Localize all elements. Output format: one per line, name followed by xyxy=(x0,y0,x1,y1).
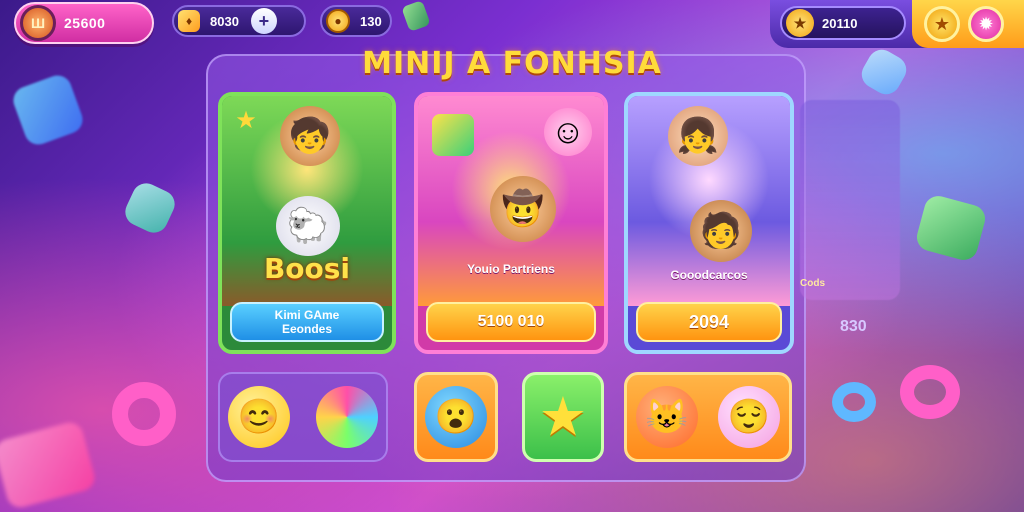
play-friends-button[interactable]: 2094 xyxy=(636,302,782,342)
card-art: 🤠 ☺ Youio Partriens xyxy=(418,96,604,306)
background-candy xyxy=(120,178,180,238)
background-candy xyxy=(9,71,87,149)
emoji-tile[interactable]: 😮 xyxy=(414,372,498,462)
card-art: 👧 🧑 Gooodcarcos xyxy=(628,96,790,306)
side-card-preview[interactable] xyxy=(800,100,900,300)
emoji-tile-group: 😺 😌 xyxy=(624,372,792,462)
button-label: Kimi GAme xyxy=(274,308,340,322)
button-label: 2094 xyxy=(688,311,730,332)
card-art-label: Boosi xyxy=(263,252,351,285)
gem-icon xyxy=(432,114,474,156)
trophy-icon: ★ xyxy=(786,9,814,37)
side-card-caption: Cods xyxy=(800,278,825,289)
background-candy xyxy=(401,0,431,32)
background-ring xyxy=(112,382,176,446)
candy-icon: ☺ xyxy=(544,108,592,156)
play-boost-button[interactable]: Kimi GAme Eeondes xyxy=(230,302,384,342)
gems-counter: ♦ 8030 + xyxy=(172,5,306,37)
button-sublabel: Eeondes xyxy=(281,322,332,336)
character-avatar: 🧑 xyxy=(690,200,752,262)
mascot-icon: 🐑 xyxy=(276,196,340,256)
star-icon[interactable]: ★ xyxy=(924,6,960,42)
star-icon: ★ xyxy=(538,387,588,447)
settings-icon[interactable]: ✹ xyxy=(968,6,1004,42)
card-art-label: Youio Partriens xyxy=(467,262,555,276)
coin-icon: ● xyxy=(326,9,350,33)
cat-face-icon[interactable]: 😺 xyxy=(636,386,698,448)
button-label: 5100 010 xyxy=(477,313,545,330)
character-avatar: 👧 xyxy=(668,106,728,166)
trophy-value: 20110 xyxy=(822,15,858,31)
gem-icon: ♦ xyxy=(178,10,200,32)
smile-emoji-icon[interactable]: 😊 xyxy=(228,386,290,448)
side-card-number: 830 xyxy=(840,318,867,335)
coins-counter: ● 130 xyxy=(320,5,392,37)
page-title: MINIJ A FONHSIA xyxy=(362,46,662,81)
blue-face-icon: 😮 xyxy=(425,386,487,448)
player-avatar: Ш xyxy=(20,5,56,41)
character-avatar: 🧒 xyxy=(280,106,340,166)
star-icon: ★ xyxy=(235,106,257,134)
game-card-boost[interactable]: 🧒 🐑 ★ Boosi Kimi GAme Eeondes xyxy=(218,92,396,354)
emoji-tile-group: 😊 xyxy=(218,372,388,462)
background-candy xyxy=(0,419,98,511)
trophy-counter: ★ 20110 xyxy=(780,6,906,40)
play-party-button[interactable]: 5100 010 xyxy=(426,302,596,342)
character-avatar: 🤠 xyxy=(490,176,556,242)
card-art-label: Gooodcarcos xyxy=(670,268,748,282)
background-ring xyxy=(900,365,960,419)
swirl-candy-icon[interactable] xyxy=(316,386,378,448)
pink-face-icon[interactable]: 😌 xyxy=(718,386,780,448)
background-ring xyxy=(832,382,876,422)
add-gems-button[interactable]: + xyxy=(250,8,277,34)
game-card-friends[interactable]: 👧 🧑 Gooodcarcos 2094 xyxy=(624,92,794,354)
player-score: 25600 xyxy=(64,15,106,31)
gems-value: 8030 xyxy=(210,13,239,29)
emoji-tile[interactable]: ★ xyxy=(522,372,604,462)
coins-value: 130 xyxy=(360,13,382,29)
player-score-pill[interactable]: Ш 25600 xyxy=(14,2,154,44)
background-candy xyxy=(913,192,989,264)
game-card-party[interactable]: 🤠 ☺ Youio Partriens 5100 010 xyxy=(414,92,608,354)
